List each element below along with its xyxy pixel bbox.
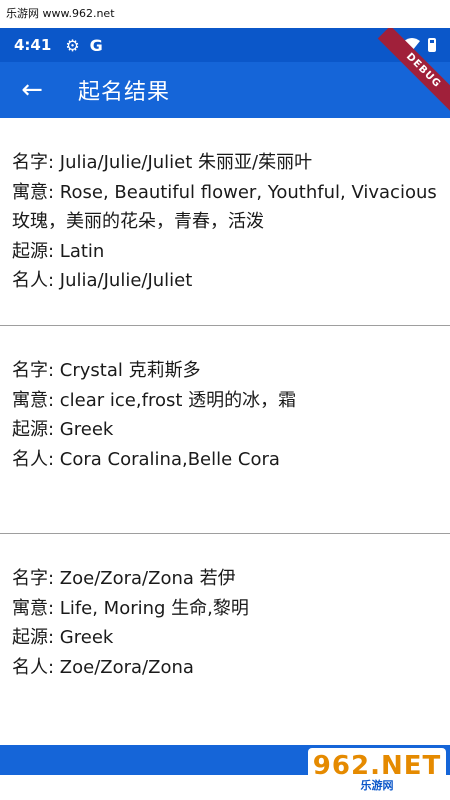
debug-ribbon-label: DEBUG bbox=[377, 28, 450, 117]
entry-name: 名字: Zoe/Zora/Zona 若伊 bbox=[12, 568, 236, 589]
entry-meaning: 寓意: Life, Moring 生命,黎明 bbox=[12, 597, 249, 619]
result-list[interactable]: 名字: Julia/Julie/Juliet 朱丽亚/茱丽叶 寓意: Rose,… bbox=[0, 118, 450, 745]
gear-icon: ⚙ bbox=[65, 35, 80, 55]
entry-origin: 起源: Greek bbox=[12, 627, 114, 648]
entry-origin: 起源: Greek bbox=[12, 419, 114, 440]
debug-banner: DEBUG bbox=[360, 28, 450, 118]
list-item[interactable]: 名字: Julia/Julie/Juliet 朱丽亚/茱丽叶 寓意: Rose,… bbox=[0, 118, 450, 326]
entry-famous: 名人: Julia/Julie/Juliet bbox=[12, 270, 193, 291]
google-icon: G bbox=[89, 35, 103, 55]
entry-famous: 名人: Zoe/Zora/Zona bbox=[12, 656, 194, 678]
site-watermark: 乐游网 www.962.net bbox=[0, 0, 450, 28]
arrow-left-icon: ← bbox=[21, 75, 43, 105]
logo-main-text: 962.NET bbox=[312, 751, 442, 781]
list-item[interactable]: 名字: Crystal 克莉斯多 寓意: clear ice,frost 透明的… bbox=[0, 326, 450, 534]
entry-origin: 起源: Latin bbox=[12, 240, 105, 262]
entry-name: 名字: Julia/Julie/Juliet 朱丽亚/茱丽叶 bbox=[12, 152, 313, 173]
logo-sub-text: 乐游网 bbox=[360, 779, 394, 792]
entry-meaning: 寓意: clear ice,frost 透明的冰，霜 bbox=[12, 389, 297, 411]
entry-meaning-zh: 玫瑰，美丽的花朵，青春，活泼 bbox=[12, 211, 264, 232]
entry-meaning: 寓意: Rose, Beautiful flower, Youthful, Vi… bbox=[12, 181, 437, 203]
page-title: 起名结果 bbox=[78, 80, 171, 105]
status-time: 4:41 bbox=[14, 36, 52, 54]
entry-famous: 名人: Cora Coralina,Belle Cora bbox=[12, 448, 280, 470]
list-item[interactable]: 名字: Zoe/Zora/Zona 若伊 寓意: Life, Moring 生命… bbox=[0, 534, 450, 742]
entry-name: 名字: Crystal 克莉斯多 bbox=[12, 360, 201, 381]
site-logo: 962.NET 乐游网 bbox=[308, 748, 446, 798]
back-button[interactable]: ← bbox=[0, 62, 64, 118]
